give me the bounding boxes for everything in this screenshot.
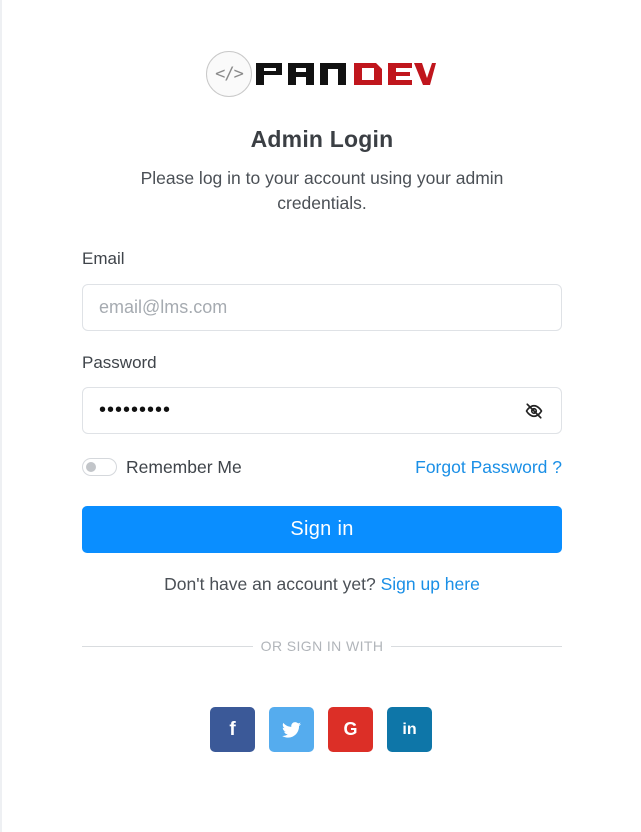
remember-row: Remember Me Forgot Password ? bbox=[82, 455, 562, 479]
brand-wordmark bbox=[254, 51, 436, 97]
page-left-border bbox=[0, 0, 2, 832]
signup-prompt-text: Don't have an account yet? bbox=[164, 574, 376, 594]
sign-in-button[interactable]: Sign in bbox=[82, 506, 562, 553]
remember-me-toggle[interactable] bbox=[82, 458, 117, 476]
forgot-password-link[interactable]: Forgot Password ? bbox=[415, 457, 562, 478]
email-label: Email bbox=[82, 249, 125, 268]
divider-line-left bbox=[82, 645, 253, 647]
password-field-wrapper bbox=[82, 387, 562, 434]
page-subtitle: Please log in to your account using your… bbox=[140, 168, 504, 213]
google-icon: G bbox=[343, 719, 358, 739]
divider-text: OR SIGN IN WITH bbox=[260, 638, 384, 654]
toggle-knob bbox=[86, 462, 96, 472]
brand-logo: </> bbox=[206, 50, 436, 98]
twitter-bird-icon bbox=[282, 721, 301, 738]
pandev-wordmark-graphic bbox=[256, 63, 436, 85]
google-button[interactable]: G bbox=[328, 707, 373, 752]
social-buttons: f G in bbox=[210, 707, 432, 752]
remember-me: Remember Me bbox=[82, 457, 242, 478]
twitter-button[interactable] bbox=[269, 707, 314, 752]
signup-prompt: Don't have an account yet? Sign up here bbox=[82, 574, 562, 595]
linkedin-button[interactable]: in bbox=[387, 707, 432, 752]
linkedin-icon: in bbox=[402, 720, 417, 738]
password-label: Password bbox=[82, 353, 157, 372]
code-brackets-icon: </> bbox=[206, 51, 252, 97]
login-card: </> Admin Login Please log in to your ac… bbox=[82, 0, 563, 832]
facebook-icon: f bbox=[229, 718, 236, 740]
sign-up-link[interactable]: Sign up here bbox=[381, 574, 480, 594]
eye-off-icon[interactable] bbox=[523, 400, 545, 422]
facebook-button[interactable]: f bbox=[210, 707, 255, 752]
remember-me-label[interactable]: Remember Me bbox=[126, 457, 242, 478]
email-input[interactable] bbox=[99, 285, 545, 330]
divider-line-right bbox=[391, 645, 563, 647]
email-field-wrapper bbox=[82, 284, 562, 331]
page-title: Admin Login bbox=[250, 126, 394, 152]
social-divider: OR SIGN IN WITH bbox=[82, 636, 563, 656]
password-input[interactable] bbox=[99, 388, 523, 433]
